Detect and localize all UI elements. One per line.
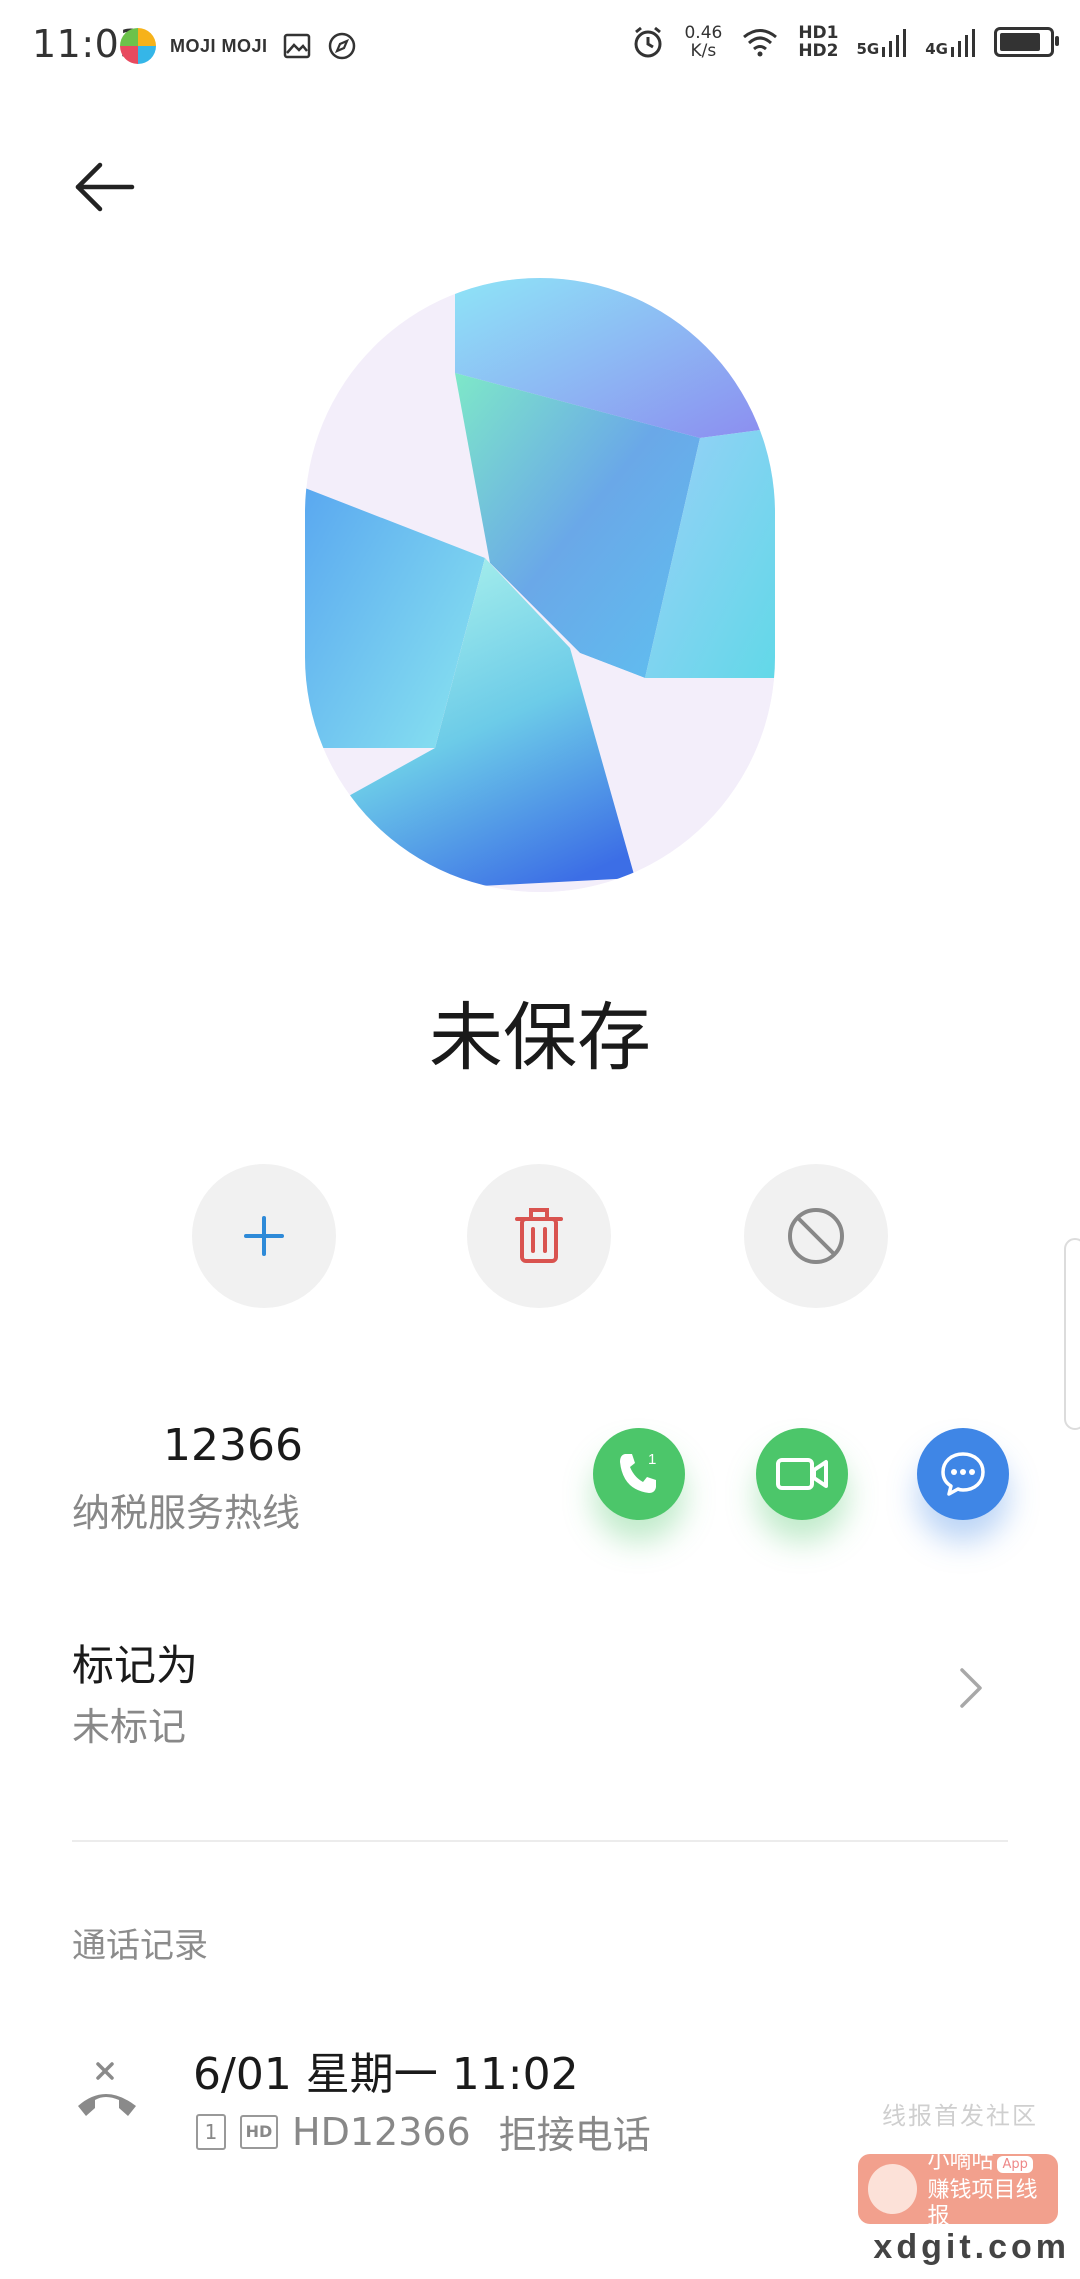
contact-avatar [305,278,775,892]
mascot-icon [868,2164,918,2214]
battery-icon [994,27,1059,57]
plus-icon [244,1216,284,1256]
add-contact-button[interactable] [192,1164,336,1308]
network-speed-unit: K/s [690,41,717,61]
watermark-url: xdgit.com [873,2228,1070,2266]
hd1-label: HD1 [798,23,839,43]
signal-5g: 5G [857,27,908,57]
edge-panel-handle[interactable] [1064,1238,1080,1430]
number-label: 纳税服务热线 [72,1491,301,1535]
signal-4g: 4G [925,27,976,57]
phone-number: 12366 [163,1420,303,1471]
contact-name: 未保存 [429,995,651,1081]
net2-label: 4G [925,40,948,58]
back-button[interactable] [70,152,140,222]
moji-weather-icon [120,28,156,64]
video-call-button[interactable] [756,1428,848,1520]
chevron-right-icon[interactable] [956,1666,986,1710]
watermark-app: App [997,2155,1033,2173]
signal-bars-icon [951,29,975,57]
status-left-icons: MOJI MOJI [120,28,358,64]
delete-button[interactable] [467,1164,611,1308]
rejected-call-icon [78,2062,136,2116]
hd-badge-icon: HD [240,2114,278,2149]
call-log-number: HD12366 [292,2109,471,2154]
phone-sim1-icon: 1 [620,1451,656,1493]
call-sim-number: 1 [648,1451,656,1468]
call-log-time[interactable]: 6/01 星期一 11:02 [193,2038,579,2102]
hd2-label: HD2 [798,41,839,61]
block-button[interactable] [744,1164,888,1308]
alarm-icon [634,26,662,58]
video-camera-icon [776,1458,828,1490]
divider [72,1840,1008,1842]
watermark-text: 线报首发社区 [882,2102,1038,2130]
message-bubble-icon [941,1452,985,1496]
signal-bars-icon [882,29,907,57]
network-speed-value: 0.46 [684,23,723,43]
watermark-badge: 小嘀咕 App 赚钱项目线报 [858,2149,1058,2229]
hd-indicator: HD1 HD2 [798,24,838,60]
moji-label: MOJI MOJI [170,35,268,56]
mark-title[interactable]: 标记为 [72,1632,198,1693]
call-log-detail: 1 HD HD12366 拒接电话 [196,2104,651,2159]
message-button[interactable] [917,1428,1009,1520]
call-log-title: 通话记录 [72,1926,208,1966]
network-speed: 0.46 K/s [684,24,722,60]
watermark-brand: 小嘀咕 [927,2148,994,2174]
back-arrow-icon [75,162,135,212]
mark-value: 未标记 [72,1705,187,1749]
sim-card-icon: 1 [196,2113,226,2150]
net1-label: 5G [856,40,880,58]
block-icon [788,1208,844,1264]
call-log-status: 拒接电话 [498,2113,651,2157]
trash-icon [515,1208,563,1263]
compass-icon [328,32,355,60]
gallery-icon [283,33,310,59]
call-button[interactable]: 1 [593,1428,685,1520]
status-right-icons: 0.46 K/s HD1 HD2 5G 4G [630,24,1059,60]
wifi-icon [743,29,778,57]
watermark-slogan: 赚钱项目线报 [927,2177,1038,2229]
